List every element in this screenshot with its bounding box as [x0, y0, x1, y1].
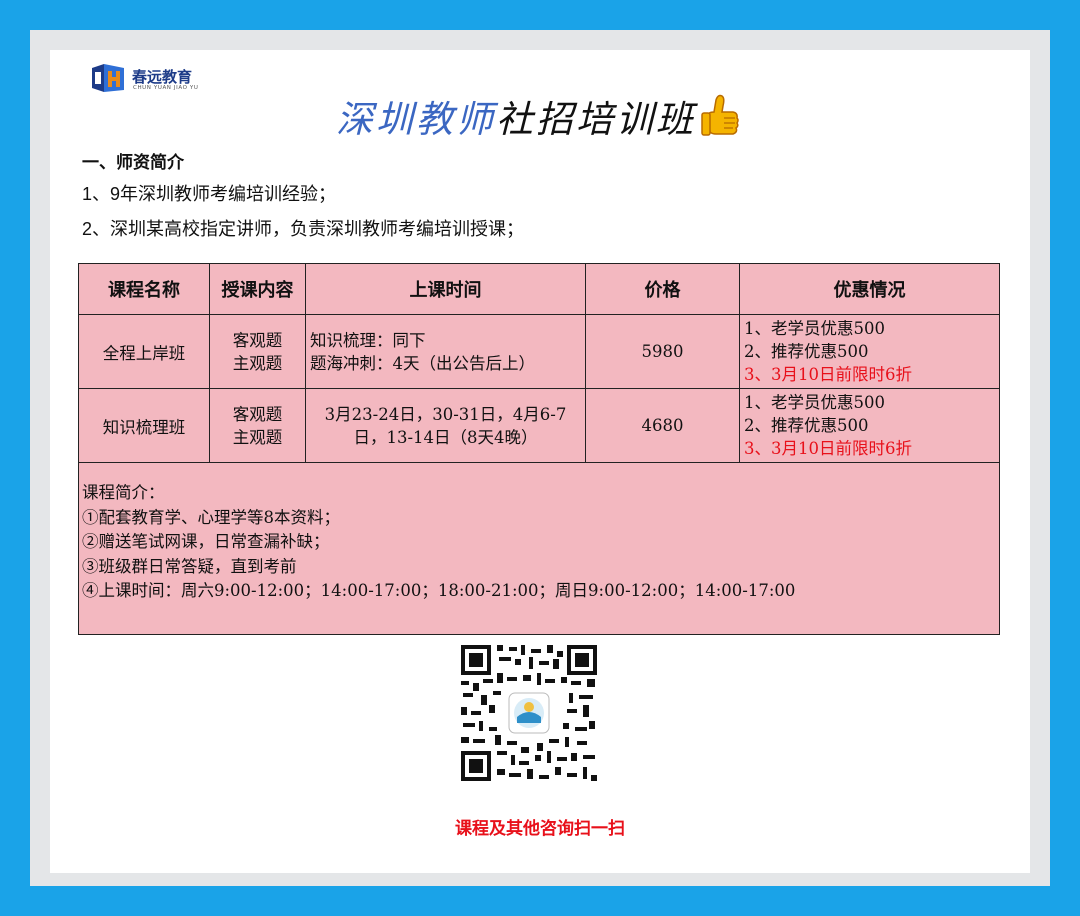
- time-line: 题海冲刺：4天（出公告后上）: [310, 353, 535, 373]
- course-discount: 1、老学员优惠500 2、推荐优惠500 3、3月10日前限时6折: [739, 388, 1000, 463]
- course-name: 全程上岸班: [78, 314, 210, 389]
- content-line: 主观题: [232, 353, 283, 373]
- discount-line: 1、老学员优惠500: [744, 319, 885, 338]
- course-price: 4680: [585, 388, 740, 463]
- discount-line-highlight: 3、3月10日前限时6折: [744, 439, 912, 458]
- intro-line-1: 1、9年深圳教师考编培训经验；: [82, 184, 337, 204]
- course-content: 客观题 主观题: [209, 388, 306, 463]
- notes-item: ③班级群日常答疑，直到考前: [82, 556, 297, 576]
- notes-item: ②赠送笔试网课，日常查漏补缺；: [82, 532, 330, 551]
- discount-line: 2、推荐优惠500: [744, 416, 869, 435]
- title-part-2: 社招培训班: [496, 98, 696, 141]
- notes-item: ①配套教育学、心理学等8本资料；: [82, 507, 340, 527]
- header-content: 授课内容: [209, 263, 306, 315]
- time-line: 知识梳理：同下: [310, 330, 426, 350]
- section-heading: 一、师资简介: [82, 153, 184, 172]
- discount-line-highlight: 3、3月10日前限时6折: [744, 365, 912, 384]
- poster-title: 深圳教师 社招培训班: [336, 88, 742, 144]
- table-header-row: 课程名称 授课内容 上课时间 价格 优惠情况: [78, 263, 1000, 315]
- logo-name: 春远教育: [132, 68, 193, 86]
- content-line: 客观题: [232, 404, 283, 424]
- course-notes: 课程简介： ①配套教育学、心理学等8本资料； ②赠送笔试网课，日常查漏补缺； ③…: [78, 462, 1000, 635]
- qr-caption: 课程及其他咨询扫一扫: [455, 819, 625, 838]
- header-course-name: 课程名称: [78, 263, 210, 315]
- content-line: 主观题: [232, 427, 283, 447]
- course-name: 知识梳理班: [78, 388, 210, 463]
- course-price: 5980: [585, 314, 740, 389]
- table-row: 全程上岸班 客观题 主观题 知识梳理：同下 题海冲刺：4天（出公告后上） 598…: [78, 314, 1000, 389]
- notes-item: ④上课时间：周六9:00-12:00；14:00-17:00；18:00-21:…: [82, 581, 796, 600]
- brand-logo: 春远教育 CHUN YUAN JIAO YU: [90, 60, 210, 100]
- logo-mark-icon: [92, 64, 124, 92]
- table-row: 知识梳理班 客观题 主观题 3月23-24日，30-31日，4月6-7 日，13…: [78, 388, 1000, 463]
- thumbs-up-icon: [701, 94, 739, 136]
- course-time: 3月23-24日，30-31日，4月6-7 日，13-14日（8天4晚）: [305, 388, 586, 463]
- discount-line: 2、推荐优惠500: [744, 342, 869, 361]
- header-price: 价格: [585, 263, 740, 315]
- title-part-1: 深圳教师: [336, 98, 496, 141]
- logo-subtitle: CHUN YUAN JIAO YU: [133, 85, 199, 91]
- discount-line: 1、老学员优惠500: [744, 393, 885, 412]
- course-discount: 1、老学员优惠500 2、推荐优惠500 3、3月10日前限时6折: [739, 314, 1000, 389]
- content-line: 客观题: [232, 330, 283, 350]
- intro-line-2: 2、深圳某高校指定讲师，负责深圳教师考编培训授课；: [82, 219, 525, 239]
- notes-heading: 课程简介：: [82, 483, 165, 502]
- course-content: 客观题 主观题: [209, 314, 306, 389]
- time-line: 3月23-24日，30-31日，4月6-7: [324, 404, 567, 424]
- course-time: 知识梳理：同下 题海冲刺：4天（出公告后上）: [305, 314, 586, 389]
- qr-code-icon: [459, 643, 599, 783]
- time-line: 日，13-14日（8天4晚）: [353, 427, 538, 447]
- header-time: 上课时间: [305, 263, 586, 315]
- course-table: 课程名称 授课内容 上课时间 价格 优惠情况 全程上岸班 客观题 主观题 知识梳…: [78, 263, 1000, 635]
- header-discount: 优惠情况: [739, 263, 1000, 315]
- course-notes-row: 课程简介： ①配套教育学、心理学等8本资料； ②赠送笔试网课，日常查漏补缺； ③…: [78, 462, 1000, 635]
